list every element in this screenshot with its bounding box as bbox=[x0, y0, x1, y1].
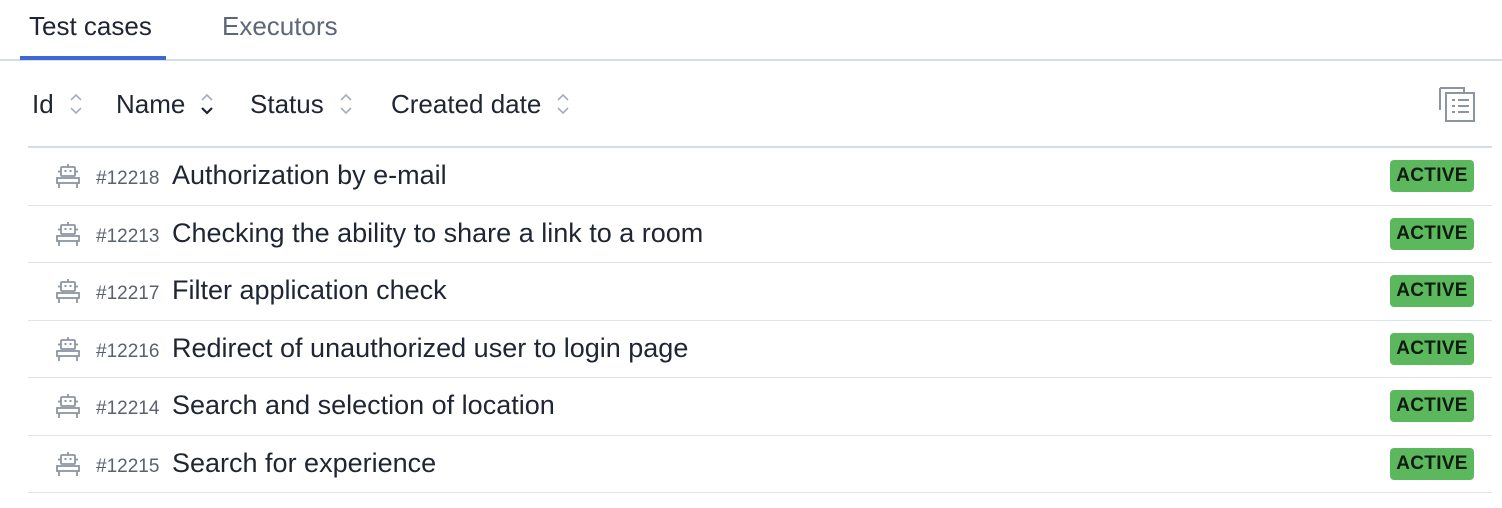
test-case-id: #12214 bbox=[96, 398, 160, 419]
robot-icon bbox=[56, 221, 80, 246]
test-case-name[interactable]: Search and selection of location bbox=[172, 390, 555, 421]
column-header-status[interactable]: Status bbox=[250, 86, 354, 122]
tab-test-cases[interactable]: Test cases bbox=[20, 0, 166, 60]
column-header-created-date[interactable]: Created date bbox=[391, 86, 571, 122]
test-case-name[interactable]: Authorization by e-mail bbox=[172, 160, 447, 191]
test-case-row[interactable]: #12217 Filter application check ACTIVE bbox=[28, 263, 1492, 321]
sort-unsorted-icon bbox=[70, 93, 82, 115]
status-badge: ACTIVE bbox=[1390, 447, 1474, 480]
test-case-name[interactable]: Redirect of unauthorized user to login p… bbox=[172, 333, 688, 364]
status-badge: ACTIVE bbox=[1390, 332, 1474, 365]
column-settings-icon[interactable] bbox=[1437, 84, 1477, 124]
test-case-id: #12217 bbox=[96, 283, 160, 304]
column-header-label: Created date bbox=[391, 88, 542, 119]
test-case-list: #12218 Authorization by e-mail ACTIVE #1… bbox=[28, 146, 1492, 493]
test-case-row[interactable]: #12214 Search and selection of location … bbox=[28, 378, 1492, 436]
column-header-label: Status bbox=[250, 88, 324, 119]
table-header: Id Name Status Created date bbox=[0, 62, 1502, 148]
status-badge: ACTIVE bbox=[1390, 390, 1474, 422]
test-case-id: #12215 bbox=[96, 455, 160, 477]
column-header-id[interactable]: Id bbox=[32, 86, 84, 122]
tab-executors[interactable]: Executors bbox=[222, 0, 338, 60]
robot-icon bbox=[56, 394, 80, 418]
test-case-name[interactable]: Checking the ability to share a link to … bbox=[172, 218, 703, 249]
status-badge: ACTIVE bbox=[1390, 217, 1474, 250]
test-case-id: #12213 bbox=[96, 225, 160, 247]
sort-unsorted-icon bbox=[340, 93, 352, 115]
sort-descending-icon bbox=[201, 93, 214, 115]
tab-bar: Test cases Executors bbox=[0, 0, 1502, 61]
test-case-row[interactable]: #12215 Search for experience ACTIVE bbox=[28, 436, 1492, 493]
test-case-row[interactable]: #12218 Authorization by e-mail ACTIVE bbox=[28, 148, 1492, 206]
test-case-id: #12218 bbox=[96, 168, 160, 189]
status-badge: ACTIVE bbox=[1390, 275, 1474, 307]
sort-unsorted-icon bbox=[557, 93, 569, 115]
test-case-row[interactable]: #12216 Redirect of unauthorized user to … bbox=[28, 321, 1492, 378]
robot-icon bbox=[56, 451, 80, 476]
robot-icon bbox=[56, 336, 80, 361]
column-header-label: Id bbox=[32, 88, 54, 119]
column-header-label: Name bbox=[116, 88, 186, 119]
robot-icon bbox=[56, 164, 80, 188]
test-case-name[interactable]: Search for experience bbox=[172, 448, 436, 479]
test-case-row[interactable]: #12213 Checking the ability to share a l… bbox=[28, 206, 1492, 263]
robot-icon bbox=[56, 279, 80, 303]
test-case-id: #12216 bbox=[96, 340, 160, 362]
column-header-name[interactable]: Name bbox=[116, 86, 215, 122]
test-case-name[interactable]: Filter application check bbox=[172, 275, 447, 306]
status-badge: ACTIVE bbox=[1390, 160, 1474, 192]
